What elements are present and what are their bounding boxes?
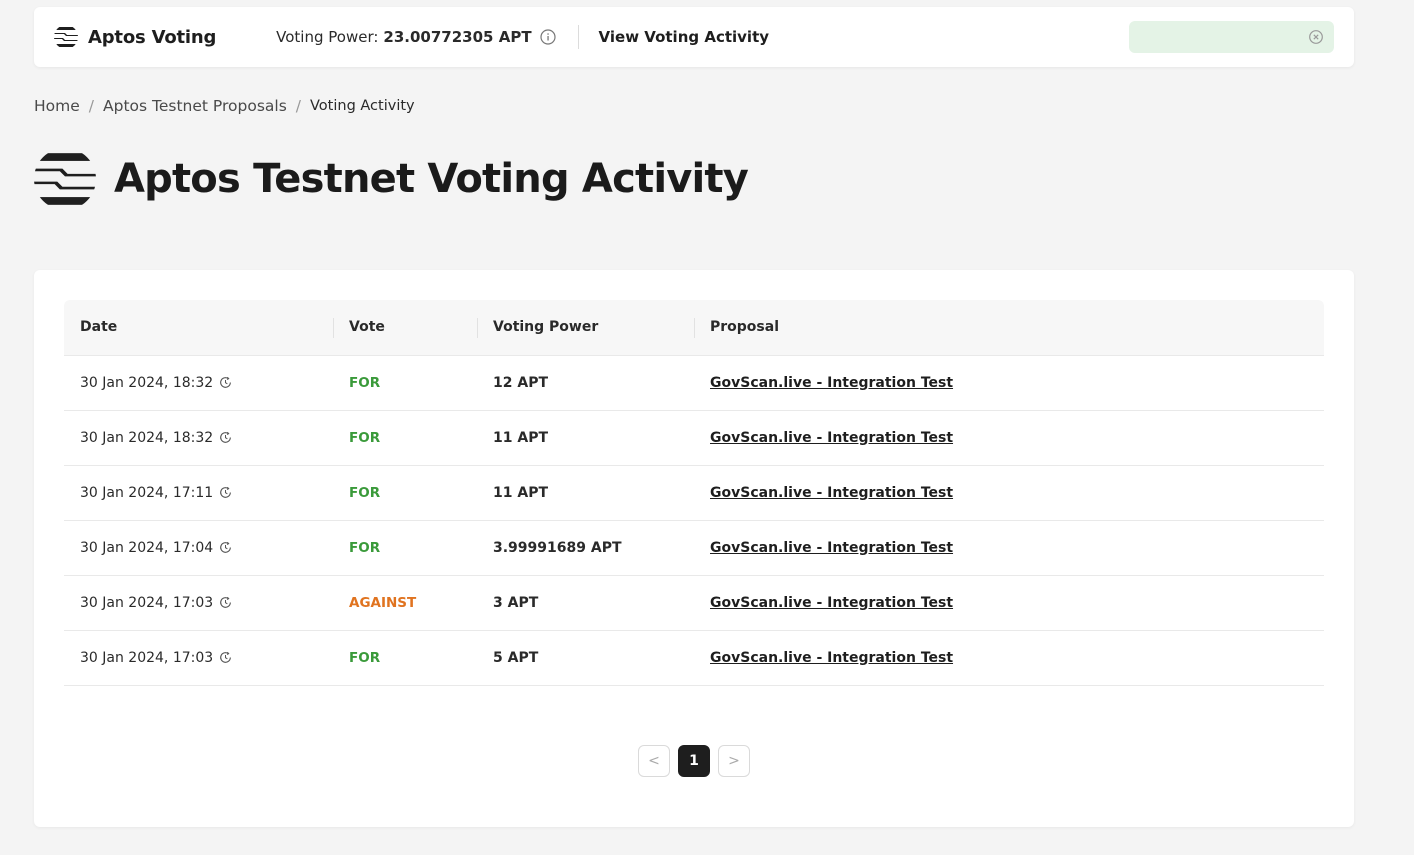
vote-badge: FOR bbox=[349, 484, 381, 501]
proposal-cell: GovScan.live - Integration Test bbox=[694, 575, 1324, 630]
date-cell: 30 Jan 2024, 17:03 bbox=[64, 575, 333, 630]
nav-divider bbox=[577, 25, 579, 49]
voting-power-text: 3.99991689 APT bbox=[493, 539, 622, 556]
clock-icon[interactable] bbox=[219, 596, 232, 609]
top-navbar: Aptos Voting Voting Power: 23.00772305 A… bbox=[34, 7, 1354, 67]
proposal-link[interactable]: GovScan.live - Integration Test bbox=[710, 430, 953, 446]
column-header-voting-power: Voting Power bbox=[477, 300, 694, 355]
voting-power-label: Voting Power: bbox=[276, 28, 379, 46]
date-cell: 30 Jan 2024, 17:03 bbox=[64, 630, 333, 685]
voting-power-cell: 5 APT bbox=[477, 630, 694, 685]
vote-cell: FOR bbox=[333, 465, 477, 520]
wallet-pill[interactable] bbox=[1129, 21, 1334, 53]
next-page-button[interactable]: > bbox=[718, 745, 750, 777]
voting-power-cell: 3 APT bbox=[477, 575, 694, 630]
table-row: 30 Jan 2024, 18:32 FOR 12 APT GovScan.li… bbox=[64, 355, 1324, 410]
page-title: Aptos Testnet Voting Activity bbox=[114, 156, 749, 202]
voting-power-text: 3 APT bbox=[493, 594, 539, 611]
vote-cell: FOR bbox=[333, 410, 477, 465]
table-row: 30 Jan 2024, 17:11 FOR 11 APT GovScan.li… bbox=[64, 465, 1324, 520]
voting-activity-table: Date Vote Voting Power Proposal 30 Jan 2… bbox=[64, 300, 1324, 686]
date-cell: 30 Jan 2024, 18:32 bbox=[64, 410, 333, 465]
info-icon[interactable] bbox=[539, 29, 556, 45]
clock-icon[interactable] bbox=[219, 431, 232, 444]
breadcrumb-separator: / bbox=[295, 97, 302, 115]
breadcrumb-separator: / bbox=[88, 97, 95, 115]
breadcrumb-current: Voting Activity bbox=[310, 98, 415, 114]
proposal-cell: GovScan.live - Integration Test bbox=[694, 630, 1324, 685]
vote-cell: AGAINST bbox=[333, 575, 477, 630]
voting-power: Voting Power: 23.00772305 APT bbox=[276, 28, 556, 46]
close-circle-icon[interactable] bbox=[1308, 29, 1324, 45]
view-voting-activity-link[interactable]: View Voting Activity bbox=[599, 28, 769, 46]
voting-activity-card: Date Vote Voting Power Proposal 30 Jan 2… bbox=[34, 270, 1354, 827]
brand-name: Aptos Voting bbox=[88, 26, 217, 48]
date-cell: 30 Jan 2024, 17:04 bbox=[64, 520, 333, 575]
voting-power-cell: 11 APT bbox=[477, 410, 694, 465]
vote-badge: FOR bbox=[349, 649, 381, 666]
voting-power-cell: 12 APT bbox=[477, 355, 694, 410]
vote-badge: FOR bbox=[349, 429, 381, 446]
aptos-logo-icon bbox=[34, 148, 96, 210]
voting-power-text: 5 APT bbox=[493, 649, 539, 666]
column-header-date: Date bbox=[80, 319, 118, 336]
proposal-cell: GovScan.live - Integration Test bbox=[694, 520, 1324, 575]
date-text: 30 Jan 2024, 18:32 bbox=[80, 429, 214, 446]
table-row: 30 Jan 2024, 18:32 FOR 11 APT GovScan.li… bbox=[64, 410, 1324, 465]
voting-power-cell: 3.99991689 APT bbox=[477, 520, 694, 575]
breadcrumb-proposals[interactable]: Aptos Testnet Proposals bbox=[103, 97, 287, 115]
vote-cell: FOR bbox=[333, 520, 477, 575]
page-header: Aptos Testnet Voting Activity bbox=[34, 148, 749, 210]
pagination: < 1 > bbox=[638, 745, 750, 777]
proposal-cell: GovScan.live - Integration Test bbox=[694, 355, 1324, 410]
proposal-link[interactable]: GovScan.live - Integration Test bbox=[710, 595, 953, 611]
vote-badge: AGAINST bbox=[349, 594, 417, 611]
vote-cell: FOR bbox=[333, 355, 477, 410]
table-row: 30 Jan 2024, 17:04 FOR 3.99991689 APT Go… bbox=[64, 520, 1324, 575]
page-1-button[interactable]: 1 bbox=[678, 745, 710, 777]
voting-power-text: 11 APT bbox=[493, 429, 549, 446]
voting-power-text: 12 APT bbox=[493, 374, 549, 391]
date-text: 30 Jan 2024, 18:32 bbox=[80, 374, 214, 391]
vote-badge: FOR bbox=[349, 539, 381, 556]
column-header-vote: Vote bbox=[333, 300, 477, 355]
vote-cell: FOR bbox=[333, 630, 477, 685]
proposal-link[interactable]: GovScan.live - Integration Test bbox=[710, 650, 953, 666]
table-header-row: Date Vote Voting Power Proposal bbox=[64, 300, 1324, 355]
date-cell: 30 Jan 2024, 17:11 bbox=[64, 465, 333, 520]
breadcrumb-home[interactable]: Home bbox=[34, 97, 80, 115]
proposal-cell: GovScan.live - Integration Test bbox=[694, 410, 1324, 465]
prev-page-button[interactable]: < bbox=[638, 745, 670, 777]
voting-power-cell: 11 APT bbox=[477, 465, 694, 520]
aptos-logo-icon bbox=[54, 25, 78, 49]
table-row: 30 Jan 2024, 17:03 AGAINST 3 APT GovScan… bbox=[64, 575, 1324, 630]
table-row: 30 Jan 2024, 17:03 FOR 5 APT GovScan.liv… bbox=[64, 630, 1324, 685]
clock-icon[interactable] bbox=[219, 376, 232, 389]
clock-icon[interactable] bbox=[219, 651, 232, 664]
brand[interactable]: Aptos Voting bbox=[54, 25, 216, 49]
date-text: 30 Jan 2024, 17:11 bbox=[80, 484, 214, 501]
vote-badge: FOR bbox=[349, 374, 381, 391]
proposal-cell: GovScan.live - Integration Test bbox=[694, 465, 1324, 520]
proposal-link[interactable]: GovScan.live - Integration Test bbox=[710, 540, 953, 556]
voting-power-value: 23.00772305 APT bbox=[383, 28, 532, 46]
date-text: 30 Jan 2024, 17:03 bbox=[80, 594, 214, 611]
date-text: 30 Jan 2024, 17:04 bbox=[80, 539, 214, 556]
clock-icon[interactable] bbox=[219, 486, 232, 499]
clock-icon[interactable] bbox=[219, 541, 232, 554]
voting-power-text: 11 APT bbox=[493, 484, 549, 501]
date-cell: 30 Jan 2024, 18:32 bbox=[64, 355, 333, 410]
breadcrumb: Home / Aptos Testnet Proposals / Voting … bbox=[34, 97, 415, 115]
proposal-link[interactable]: GovScan.live - Integration Test bbox=[710, 375, 953, 391]
column-header-proposal: Proposal bbox=[694, 300, 1324, 355]
proposal-link[interactable]: GovScan.live - Integration Test bbox=[710, 485, 953, 501]
date-text: 30 Jan 2024, 17:03 bbox=[80, 649, 214, 666]
